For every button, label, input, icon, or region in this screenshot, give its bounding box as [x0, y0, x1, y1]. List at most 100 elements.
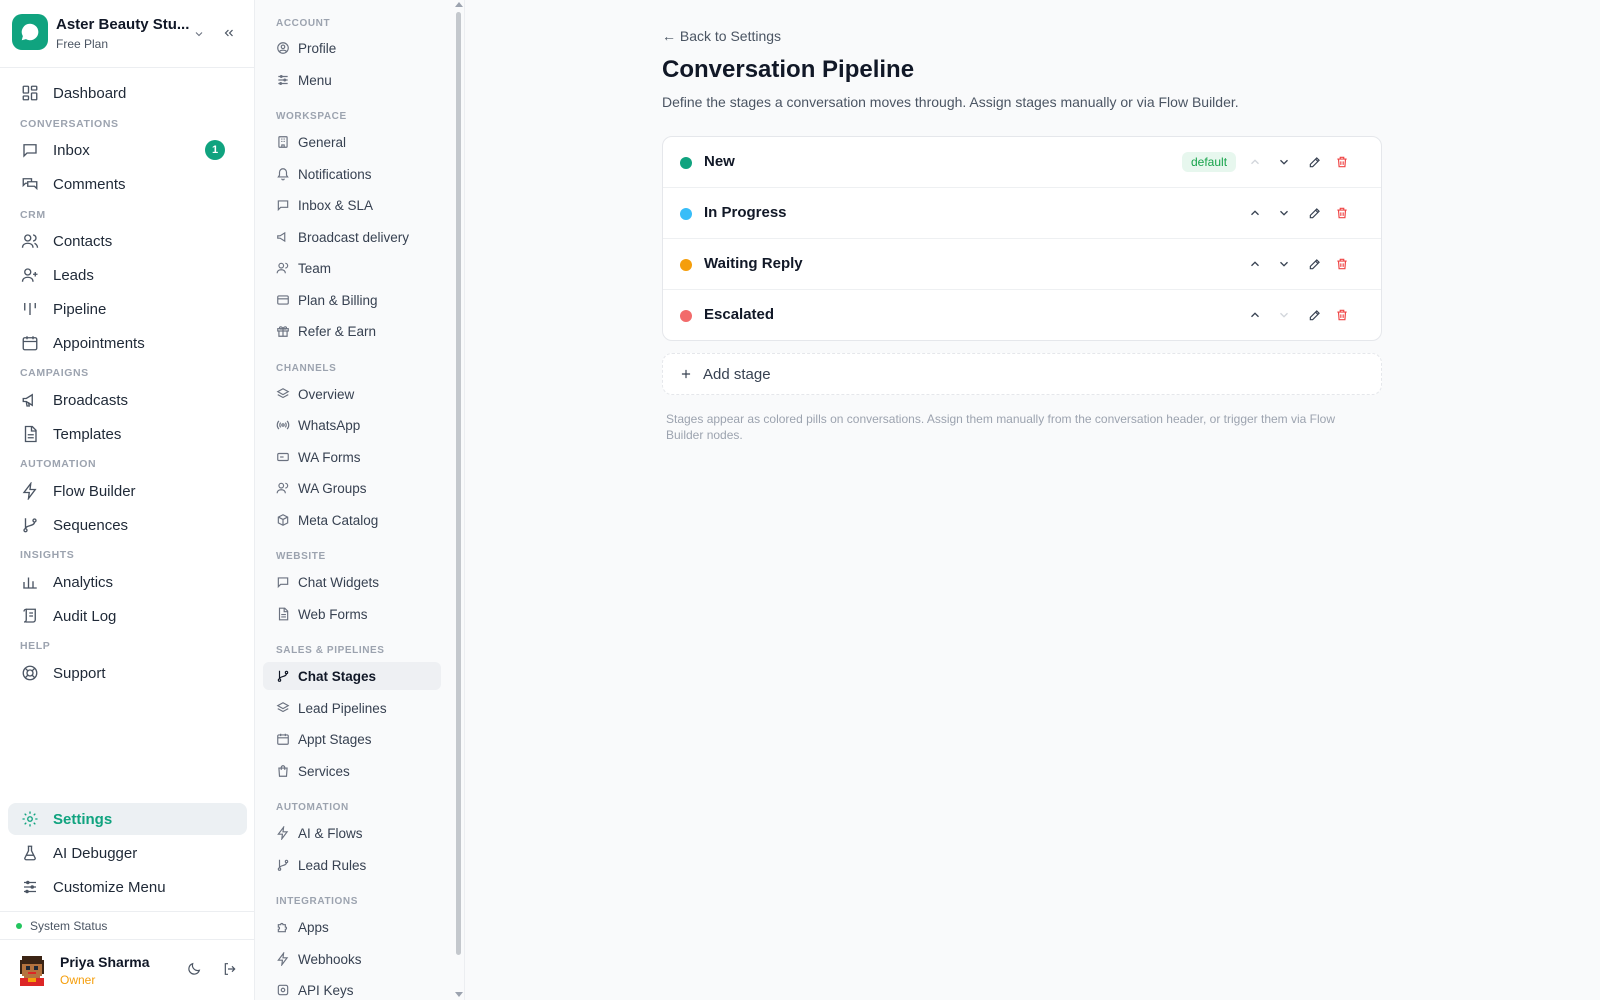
logout-icon[interactable]	[222, 961, 238, 977]
settings-item-web-forms[interactable]: Web Forms	[263, 600, 441, 628]
page-title: Conversation Pipeline	[662, 56, 915, 83]
chevron-up-icon	[1251, 312, 1259, 318]
settings-item-label: Plan & Billing	[298, 292, 378, 308]
nav-pipeline[interactable]: Pipeline	[8, 293, 247, 325]
delete-stage-button[interactable]	[1333, 306, 1351, 324]
add-stage-button[interactable]: Add stage	[662, 353, 1382, 395]
edit-stage-button[interactable]	[1306, 153, 1324, 171]
settings-item-menu[interactable]: Menu	[263, 66, 441, 94]
nav-appointments[interactable]: Appointments	[8, 327, 247, 359]
settings-item-label: API Keys	[298, 982, 354, 998]
default-badge: default	[1182, 152, 1237, 172]
scroll-down-arrow-icon[interactable]	[455, 992, 463, 997]
user-plus-icon	[21, 268, 38, 282]
nav-audit-log[interactable]: Audit Log	[8, 600, 247, 632]
settings-item-label: Chat Stages	[298, 668, 377, 684]
settings-item-overview[interactable]: Overview	[263, 380, 441, 408]
dashboard-icon	[22, 85, 38, 101]
settings-item-team[interactable]: Team	[263, 254, 441, 282]
delete-stage-button[interactable]	[1333, 255, 1351, 273]
nav-dashboard[interactable]: Dashboard	[8, 77, 247, 109]
scroll-up-arrow-icon[interactable]	[455, 2, 463, 7]
git-branch-icon	[23, 518, 37, 533]
flask-icon	[24, 845, 36, 861]
chevron-down-icon[interactable]	[193, 28, 205, 40]
edit-stage-button[interactable]	[1306, 204, 1324, 222]
move-down-button[interactable]	[1275, 204, 1293, 222]
move-up-button[interactable]	[1246, 255, 1264, 273]
trash-icon	[1337, 156, 1347, 168]
move-down-button[interactable]	[1275, 255, 1293, 273]
nav-support[interactable]: Support	[8, 657, 247, 689]
moon-icon[interactable]	[186, 961, 202, 977]
settings-item-lead-pipelines[interactable]: Lead Pipelines	[263, 694, 441, 722]
section-campaigns: CAMPAIGNS	[20, 367, 89, 379]
delete-stage-button[interactable]	[1333, 153, 1351, 171]
settings-item-apps[interactable]: Apps	[263, 913, 441, 941]
workspace-switcher[interactable]: Aster Beauty Stu... Free Plan	[0, 0, 255, 68]
nav-dashboard-label: Dashboard	[53, 84, 127, 102]
avatar[interactable]	[16, 954, 48, 986]
settings-item-profile[interactable]: Profile	[263, 34, 441, 62]
edit-stage-button[interactable]	[1306, 255, 1324, 273]
settings-item-appt-stages[interactable]: Appt Stages	[263, 725, 441, 753]
nav-contacts[interactable]: Contacts	[8, 225, 247, 257]
settings-item-lead-rules[interactable]: Lead Rules	[263, 851, 441, 879]
nav-flow-builder[interactable]: Flow Builder	[8, 475, 247, 507]
move-up-button[interactable]	[1246, 306, 1264, 324]
settings-item-ai-flows[interactable]: AI & Flows	[263, 819, 441, 847]
move-up-button	[1246, 153, 1264, 171]
settings-section-account: ACCOUNT	[276, 18, 331, 29]
nav-leads[interactable]: Leads	[8, 259, 247, 291]
back-to-settings-link[interactable]: ← Back to Settings	[662, 28, 781, 44]
settings-item-whatsapp[interactable]: WhatsApp	[263, 411, 441, 439]
nav-customize-menu[interactable]: Customize Menu	[8, 871, 247, 903]
pencil-icon	[1309, 208, 1320, 219]
settings-item-notifications[interactable]: Notifications	[263, 160, 441, 188]
settings-item-broadcast-delivery[interactable]: Broadcast delivery	[263, 223, 441, 251]
delete-stage-button[interactable]	[1333, 204, 1351, 222]
settings-item-chat-stages[interactable]: Chat Stages	[263, 662, 441, 690]
nav-comments[interactable]: Comments	[8, 168, 247, 200]
sliders-icon	[24, 880, 36, 894]
settings-item-meta-catalog[interactable]: Meta Catalog	[263, 506, 441, 534]
message-square-icon	[277, 577, 289, 589]
move-up-button[interactable]	[1246, 204, 1264, 222]
settings-item-plan-billing[interactable]: Plan & Billing	[263, 286, 441, 314]
settings-item-chat-widgets[interactable]: Chat Widgets	[263, 568, 441, 596]
settings-item-wa-forms[interactable]: WA Forms	[263, 443, 441, 471]
scroll-icon	[23, 608, 36, 623]
settings-item-wa-groups[interactable]: WA Groups	[263, 474, 441, 502]
move-down-button[interactable]	[1275, 153, 1293, 171]
nav-leads-label: Leads	[53, 266, 94, 284]
settings-item-services[interactable]: Services	[263, 757, 441, 785]
nav-templates[interactable]: Templates	[8, 418, 247, 450]
settings-item-label: Menu	[298, 72, 332, 88]
git-branch-icon	[277, 670, 289, 682]
settings-section-workspace: WORKSPACE	[276, 111, 347, 122]
workspace-name: Aster Beauty Stu...	[56, 16, 190, 33]
nav-analytics[interactable]: Analytics	[8, 566, 247, 598]
settings-item-refer-earn[interactable]: Refer & Earn	[263, 317, 441, 345]
scrollbar-thumb[interactable]	[456, 12, 461, 955]
settings-item-label: Meta Catalog	[298, 512, 379, 528]
nav-settings[interactable]: Settings	[8, 803, 247, 835]
collapse-sidebar-icon[interactable]	[222, 26, 236, 40]
stage-name: In Progress	[704, 204, 787, 221]
git-branch-icon	[277, 859, 289, 871]
nav-inbox[interactable]: Inbox 1	[8, 134, 247, 166]
nav-ai-debugger[interactable]: AI Debugger	[8, 837, 247, 869]
settings-item-api-keys[interactable]: API Keys	[263, 976, 441, 1000]
settings-item-webhooks[interactable]: Webhooks	[263, 945, 441, 973]
nav-broadcasts[interactable]: Broadcasts	[8, 384, 247, 416]
system-status[interactable]: System Status	[0, 911, 255, 940]
settings-item-inbox-sla[interactable]: Inbox & SLA	[263, 191, 441, 219]
settings-item-general[interactable]: General	[263, 128, 441, 156]
settings-item-label: WA Forms	[298, 449, 361, 465]
help-text: Stages appear as colored pills on conver…	[666, 412, 1336, 442]
nav-sequences[interactable]: Sequences	[8, 509, 247, 541]
settings-scrollbar[interactable]	[454, 0, 464, 1000]
nav-inbox-label: Inbox	[53, 141, 90, 159]
edit-stage-button[interactable]	[1306, 306, 1324, 324]
settings-item-label: Profile	[298, 40, 337, 56]
